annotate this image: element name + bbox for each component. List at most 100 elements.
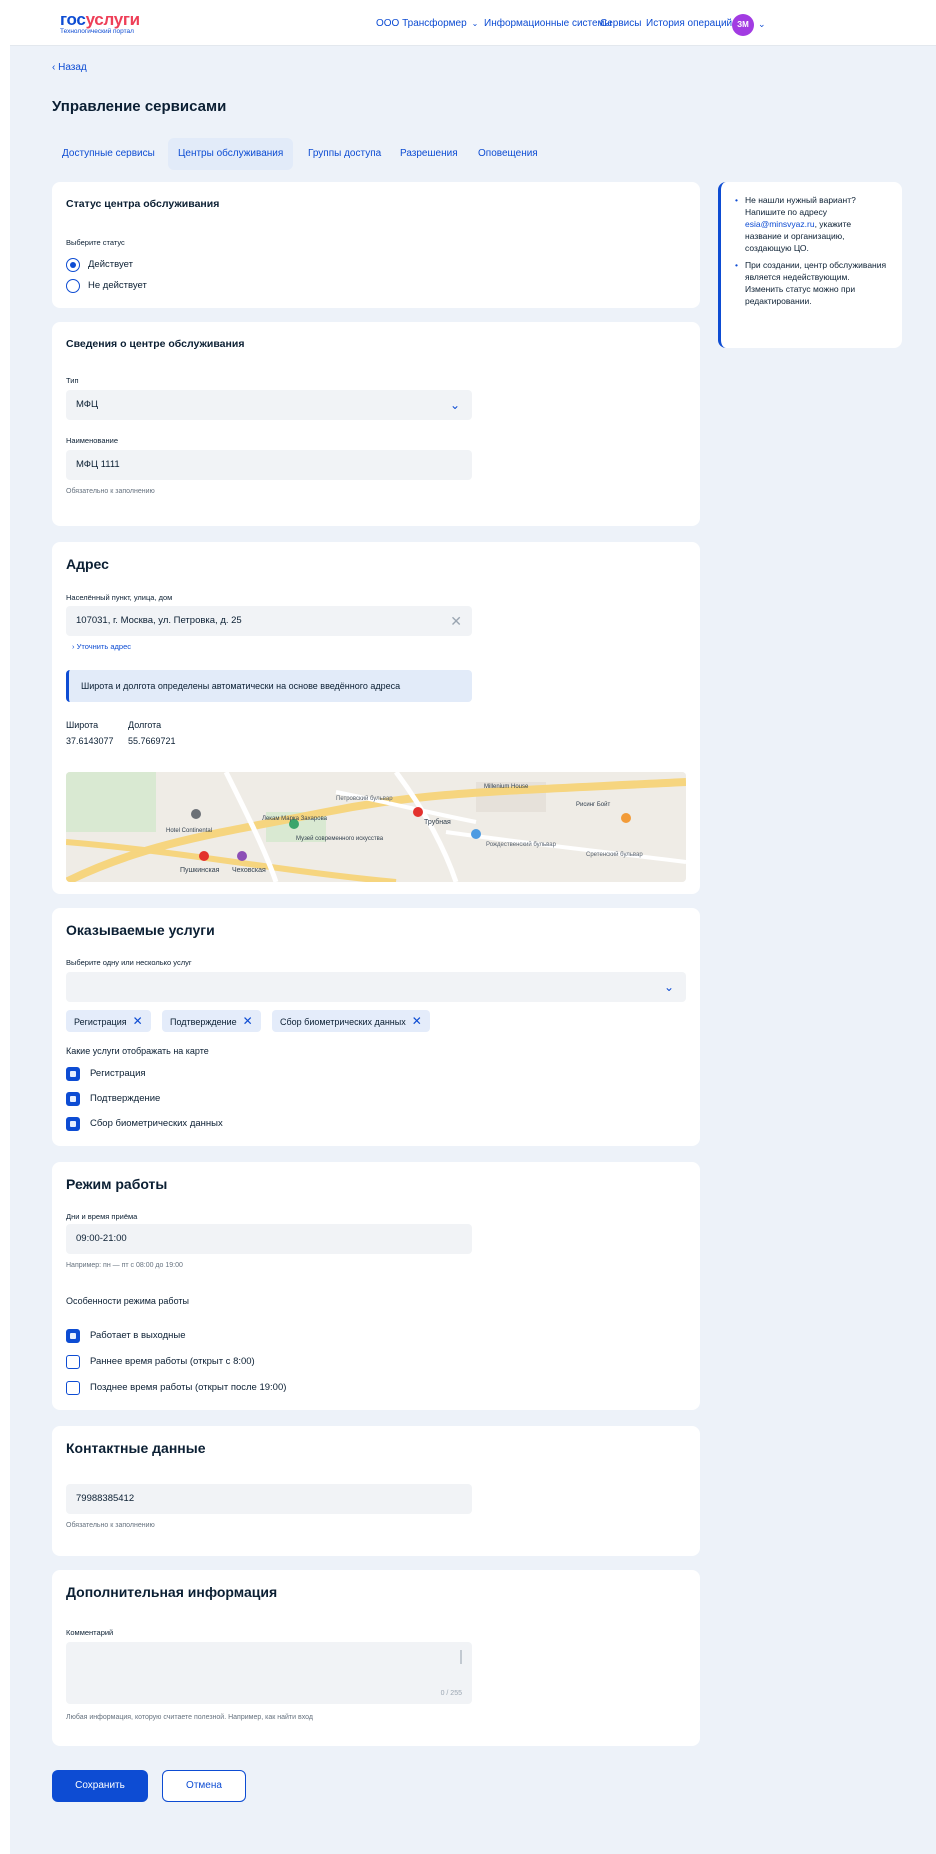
chevron-down-icon: ⌄ bbox=[471, 19, 479, 28]
map-services-question: Какие услуги отображать на карте bbox=[66, 1046, 209, 1056]
svg-text:Лекам Марка Захарова: Лекам Марка Захарова bbox=[262, 816, 328, 822]
tab-service-centers[interactable]: Центры обслуживания bbox=[168, 138, 294, 170]
extra-info-card: Дополнительная информация Комментарий 0 … bbox=[52, 1570, 700, 1746]
close-icon[interactable]: ✕ bbox=[450, 606, 462, 636]
svg-text:Рождественский бульвар: Рождественский бульвар bbox=[486, 841, 557, 848]
address-field-label: Населённый пункт, улица, дом bbox=[66, 593, 173, 602]
selected-services-chips: Регистрация ✕ Подтверждение ✕ Сбор биометр… bbox=[66, 1010, 686, 1032]
tab-available-services[interactable]: Доступные сервисы bbox=[52, 138, 165, 170]
type-select[interactable]: МФЦ ⌄ bbox=[66, 390, 472, 420]
services-select-label: Выберите одну или несколько услуг bbox=[66, 958, 192, 967]
checkbox-label: Сбор биометрических данных bbox=[90, 1118, 223, 1129]
chevron-down-icon: ⌄ bbox=[663, 980, 674, 994]
services-select[interactable]: ⌄ bbox=[66, 972, 686, 1002]
svg-text:Сретенский бульвар: Сретенский бульвар bbox=[586, 851, 643, 858]
radio-button[interactable] bbox=[66, 279, 80, 293]
svg-text:Millenium House: Millenium House bbox=[484, 784, 529, 790]
address-input-value: 107031, г. Москва, ул. Петровка, д. 25 bbox=[76, 615, 242, 626]
contacts-title: Контактные данные bbox=[66, 1440, 206, 1456]
longitude-label: Долгота bbox=[128, 720, 162, 730]
svg-text:Рисинг Бойт: Рисинг Бойт bbox=[576, 801, 611, 808]
checkbox[interactable] bbox=[66, 1355, 80, 1369]
gosuslugi-logo[interactable]: госуслуги Технологический портал bbox=[60, 11, 140, 36]
extra-info-title: Дополнительная информация bbox=[66, 1584, 278, 1600]
logo-subtitle: Технологический портал bbox=[60, 28, 134, 35]
cancel-button[interactable]: Отмена bbox=[162, 1770, 246, 1802]
status-choose-label: Выберите статус bbox=[66, 238, 125, 247]
nav-operations-history[interactable]: История операций bbox=[646, 18, 732, 29]
name-label: Наименование bbox=[66, 436, 118, 445]
schedule-card: Режим работы Дни и время приёма 09:00-21… bbox=[52, 1162, 700, 1410]
status-card: Статус центра обслуживания Выберите стат… bbox=[52, 182, 700, 308]
svg-text:Пушкинская: Пушкинская bbox=[180, 867, 220, 874]
checkbox[interactable] bbox=[66, 1092, 80, 1106]
phone-input[interactable]: 79988385412 bbox=[66, 1484, 472, 1514]
checkbox-label: Регистрация bbox=[90, 1068, 146, 1079]
nav-services[interactable]: Сервисы bbox=[600, 18, 641, 29]
hint-item: При создании, центр обслуживания являетс… bbox=[735, 259, 890, 307]
type-label: Тип bbox=[66, 376, 79, 385]
comment-textarea[interactable]: 0 / 255 bbox=[66, 1642, 472, 1704]
center-info-card: Сведения о центре обслуживания Тип МФЦ ⌄… bbox=[52, 322, 700, 526]
latitude-value: 37.6143077 bbox=[66, 736, 114, 746]
svg-text:Петровский бульвар: Петровский бульвар bbox=[336, 795, 393, 802]
schedule-features-label: Особенности режима работы bbox=[66, 1296, 189, 1306]
checkbox-label: Позднее время работы (открыт после 19:00… bbox=[90, 1382, 287, 1393]
hint-item: Не нашли нужный вариант? Напишите по адр… bbox=[735, 194, 890, 254]
phone-required-hint: Обязательно к заполнению bbox=[66, 1522, 155, 1529]
services-title: Оказываемые услуги bbox=[66, 922, 215, 938]
latitude-label: Широта bbox=[66, 720, 99, 730]
center-info-title: Сведения о центре обслуживания bbox=[66, 338, 245, 350]
comment-label: Комментарий bbox=[66, 1628, 114, 1637]
address-map[interactable]: Трубная Пушкинская Чеховская Hotel Conti… bbox=[66, 772, 686, 882]
back-link[interactable]: ‹ Назад bbox=[52, 62, 87, 73]
nav-information-systems[interactable]: Информационные системы bbox=[484, 18, 612, 29]
schedule-field-label: Дни и время приёма bbox=[66, 1212, 138, 1221]
address-input[interactable]: 107031, г. Москва, ул. Петровка, д. 25 ✕ bbox=[66, 606, 472, 636]
radio-label: Действует bbox=[88, 259, 133, 270]
chevron-down-icon: ⌄ bbox=[449, 398, 460, 412]
top-header: госуслуги Технологический портал ООО Тра… bbox=[10, 0, 936, 46]
org-selector-label: ООО Трансформер bbox=[376, 18, 467, 29]
coordinates-info-banner: Широта и долгота определены автоматическ… bbox=[66, 670, 472, 702]
checkbox-label: Подтверждение bbox=[90, 1093, 161, 1104]
tab-notifications[interactable]: Оповещения bbox=[468, 138, 548, 170]
checkbox[interactable] bbox=[66, 1381, 80, 1395]
refine-address-link[interactable]: › Уточнить адрес bbox=[72, 642, 131, 651]
checkbox-label: Работает в выходные bbox=[90, 1330, 186, 1341]
comment-counter: 0 / 255 bbox=[440, 1690, 462, 1697]
support-email-link[interactable]: esia@minsvyaz.ru bbox=[745, 219, 815, 229]
chip-registration: Регистрация ✕ bbox=[66, 1010, 151, 1032]
close-icon[interactable]: ✕ bbox=[243, 1014, 253, 1028]
name-input[interactable]: МФЦ 1111 bbox=[66, 450, 472, 480]
save-button[interactable]: Сохранить bbox=[52, 1770, 148, 1802]
close-icon[interactable]: ✕ bbox=[412, 1014, 422, 1028]
map-graphic: Трубная Пушкинская Чеховская Hotel Conti… bbox=[66, 772, 686, 882]
chip-biometrics: Сбор биометрических данных ✕ bbox=[272, 1010, 430, 1032]
radio-button[interactable] bbox=[66, 258, 80, 272]
tab-access-groups[interactable]: Группы доступа bbox=[298, 138, 391, 170]
hint-sidebox: Не нашли нужный вариант? Напишите по адр… bbox=[718, 182, 902, 348]
schedule-input[interactable]: 09:00-21:00 bbox=[66, 1224, 472, 1254]
checkbox-label: Раннее время работы (открыт с 8:00) bbox=[90, 1356, 255, 1367]
name-required-hint: Обязательно к заполнению bbox=[66, 488, 155, 495]
checkbox[interactable] bbox=[66, 1067, 80, 1081]
contacts-card: Контактные данные 79988385412 Обязательн… bbox=[52, 1426, 700, 1556]
tab-permissions[interactable]: Разрешения bbox=[390, 138, 468, 170]
back-link-label: Назад bbox=[58, 62, 87, 73]
svg-text:Чеховская: Чеховская bbox=[232, 867, 266, 874]
chevron-down-icon[interactable]: ⌄ bbox=[758, 19, 766, 30]
resize-handle[interactable] bbox=[460, 1650, 462, 1664]
refine-address-label: Уточнить адрес bbox=[76, 642, 132, 651]
address-title: Адрес bbox=[66, 556, 109, 572]
radio-label: Не действует bbox=[88, 280, 147, 291]
org-selector[interactable]: ООО Трансформер ⌄ bbox=[376, 18, 478, 29]
avatar[interactable]: ЗМ bbox=[732, 14, 754, 36]
schedule-hint: Например: пн — пт с 08:00 до 19:00 bbox=[66, 1262, 183, 1269]
close-icon[interactable]: ✕ bbox=[133, 1014, 143, 1028]
checkbox[interactable] bbox=[66, 1329, 80, 1343]
type-select-value: МФЦ bbox=[76, 399, 99, 410]
svg-text:Hotel Continental: Hotel Continental bbox=[166, 828, 212, 834]
svg-text:Музей современного искусства: Музей современного искусства bbox=[296, 835, 384, 842]
checkbox[interactable] bbox=[66, 1117, 80, 1131]
